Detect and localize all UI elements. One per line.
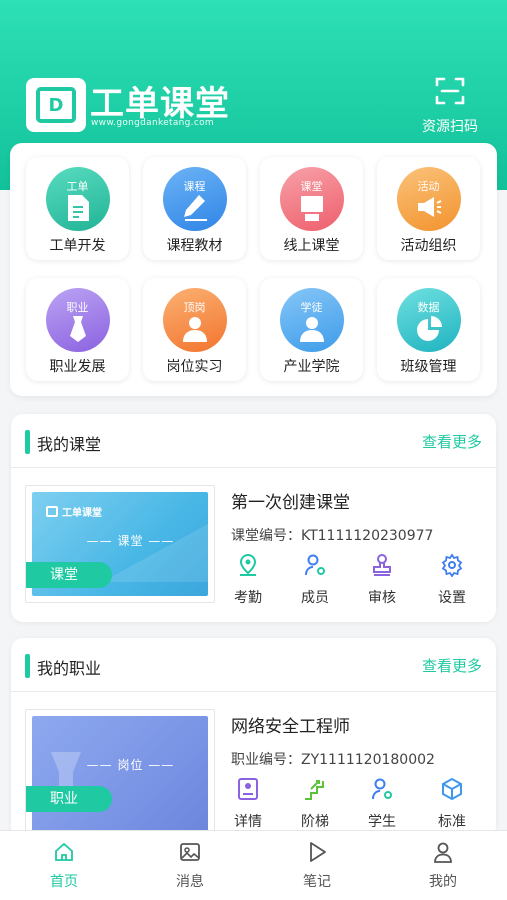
view-more-link[interactable]: 查看更多 bbox=[422, 655, 482, 676]
feature-label: 产业学院 bbox=[283, 359, 340, 375]
user-icon bbox=[434, 842, 452, 863]
scan-icon bbox=[435, 77, 465, 105]
image-icon bbox=[180, 843, 200, 861]
bottom-tab-bar: 首页 消息 笔记 我的 bbox=[0, 830, 507, 900]
settings-button[interactable]: 设置 bbox=[427, 553, 477, 607]
feature-label: 岗位实习 bbox=[166, 359, 223, 375]
play-icon bbox=[310, 842, 326, 862]
classroom-name[interactable]: 第一次创建课堂 bbox=[231, 488, 350, 513]
classroom-code: 课堂编号：KT1111120230977 bbox=[231, 528, 434, 544]
tab-messages[interactable]: 消息 bbox=[155, 841, 225, 891]
home-icon bbox=[55, 842, 73, 861]
section-marker bbox=[25, 654, 30, 678]
tab-notes[interactable]: 笔记 bbox=[282, 841, 352, 891]
thumb-brand: 工单课堂 bbox=[46, 504, 102, 519]
student-icon bbox=[372, 778, 392, 800]
review-button[interactable]: 审核 bbox=[357, 553, 407, 607]
gongdan-icon: 工单 bbox=[45, 167, 110, 231]
career-code: 职业编号：ZY1111120180002 bbox=[231, 752, 435, 768]
career-name[interactable]: 网络安全工程师 bbox=[231, 712, 350, 737]
cube-icon bbox=[442, 777, 462, 801]
details-button[interactable]: 详情 bbox=[223, 777, 273, 831]
scan-button[interactable]: 资源扫码 bbox=[416, 76, 484, 136]
thumb-caption: —— 岗位 —— bbox=[86, 758, 175, 772]
profile-card-icon bbox=[238, 778, 258, 800]
feature-course[interactable]: 课程 课程教材 bbox=[143, 157, 246, 260]
stairs-icon bbox=[305, 780, 324, 800]
section-marker bbox=[25, 430, 30, 454]
online-class-icon: 课堂 bbox=[279, 167, 344, 231]
feature-activity[interactable]: 活动 活动组织 bbox=[377, 157, 480, 260]
course-icon: 课程 bbox=[162, 167, 227, 231]
section-title: 我的职业 bbox=[37, 659, 102, 678]
career-header: 我的职业 查看更多 bbox=[11, 638, 496, 692]
view-more-link[interactable]: 查看更多 bbox=[422, 431, 482, 452]
tab-mine[interactable]: 我的 bbox=[408, 841, 478, 891]
feature-label: 线上课堂 bbox=[283, 238, 340, 254]
megaphone-icon: 活动 bbox=[396, 167, 461, 231]
ladder-button[interactable]: 阶梯 bbox=[290, 777, 340, 831]
worker-icon: 顶岗 bbox=[162, 288, 227, 352]
logo-mark-icon: D bbox=[36, 87, 76, 123]
career-panel: 我的职业 查看更多 —— 岗位 —— 职业 网络安全工程师 职业编号：ZY111… bbox=[11, 638, 496, 839]
feature-label: 职业发展 bbox=[49, 359, 106, 375]
gear-icon bbox=[441, 553, 463, 578]
attendance-button[interactable]: 考勤 bbox=[223, 553, 273, 607]
section-title: 我的课堂 bbox=[37, 435, 102, 454]
tab-home[interactable]: 首页 bbox=[29, 841, 99, 891]
thumb-pill: 课堂 bbox=[26, 562, 112, 588]
classroom-thumbnail[interactable]: 工单课堂 —— 课堂 —— 课堂 bbox=[25, 485, 215, 603]
standard-button[interactable]: 标准 bbox=[427, 777, 477, 831]
scan-label: 资源扫码 bbox=[422, 119, 478, 135]
members-button[interactable]: 成员 bbox=[290, 553, 340, 607]
feature-grid: 工单 工单开发 课程 课程教材 课堂 线上课堂 活动 活动组织 职业 职业发展 bbox=[10, 143, 497, 396]
feature-internship[interactable]: 顶岗 岗位实习 bbox=[143, 278, 246, 381]
students-button[interactable]: 学生 bbox=[357, 777, 407, 831]
brand-url: www.gongdanketang.com bbox=[91, 118, 214, 128]
classroom-panel: 我的课堂 查看更多 工单课堂 —— 课堂 —— 课堂 第一次创建课堂 课堂编号：… bbox=[11, 414, 496, 622]
members-icon bbox=[305, 554, 325, 576]
feature-gongdan[interactable]: 工单 工单开发 bbox=[26, 157, 129, 260]
stamp-icon bbox=[373, 554, 391, 576]
classroom-header: 我的课堂 查看更多 bbox=[11, 414, 496, 468]
feature-online-class[interactable]: 课堂 线上课堂 bbox=[260, 157, 363, 260]
feature-label: 工单开发 bbox=[49, 238, 106, 254]
feature-class-manage[interactable]: 数据 班级管理 bbox=[377, 278, 480, 381]
location-icon bbox=[239, 553, 257, 576]
feature-industry-college[interactable]: 学徒 产业学院 bbox=[260, 278, 363, 381]
career-thumbnail[interactable]: —— 岗位 —— 职业 bbox=[25, 709, 215, 839]
pie-chart-icon: 数据 bbox=[396, 288, 461, 352]
student-icon: 学徒 bbox=[279, 288, 344, 352]
feature-career[interactable]: 职业 职业发展 bbox=[26, 278, 129, 381]
tie-icon: 职业 bbox=[45, 288, 110, 352]
feature-label: 班级管理 bbox=[400, 359, 457, 375]
app-logo: D bbox=[26, 78, 86, 132]
feature-label: 活动组织 bbox=[400, 238, 457, 254]
thumb-caption: —— 课堂 —— bbox=[86, 534, 175, 548]
thumb-pill: 职业 bbox=[26, 786, 112, 812]
feature-label: 课程教材 bbox=[166, 238, 223, 254]
